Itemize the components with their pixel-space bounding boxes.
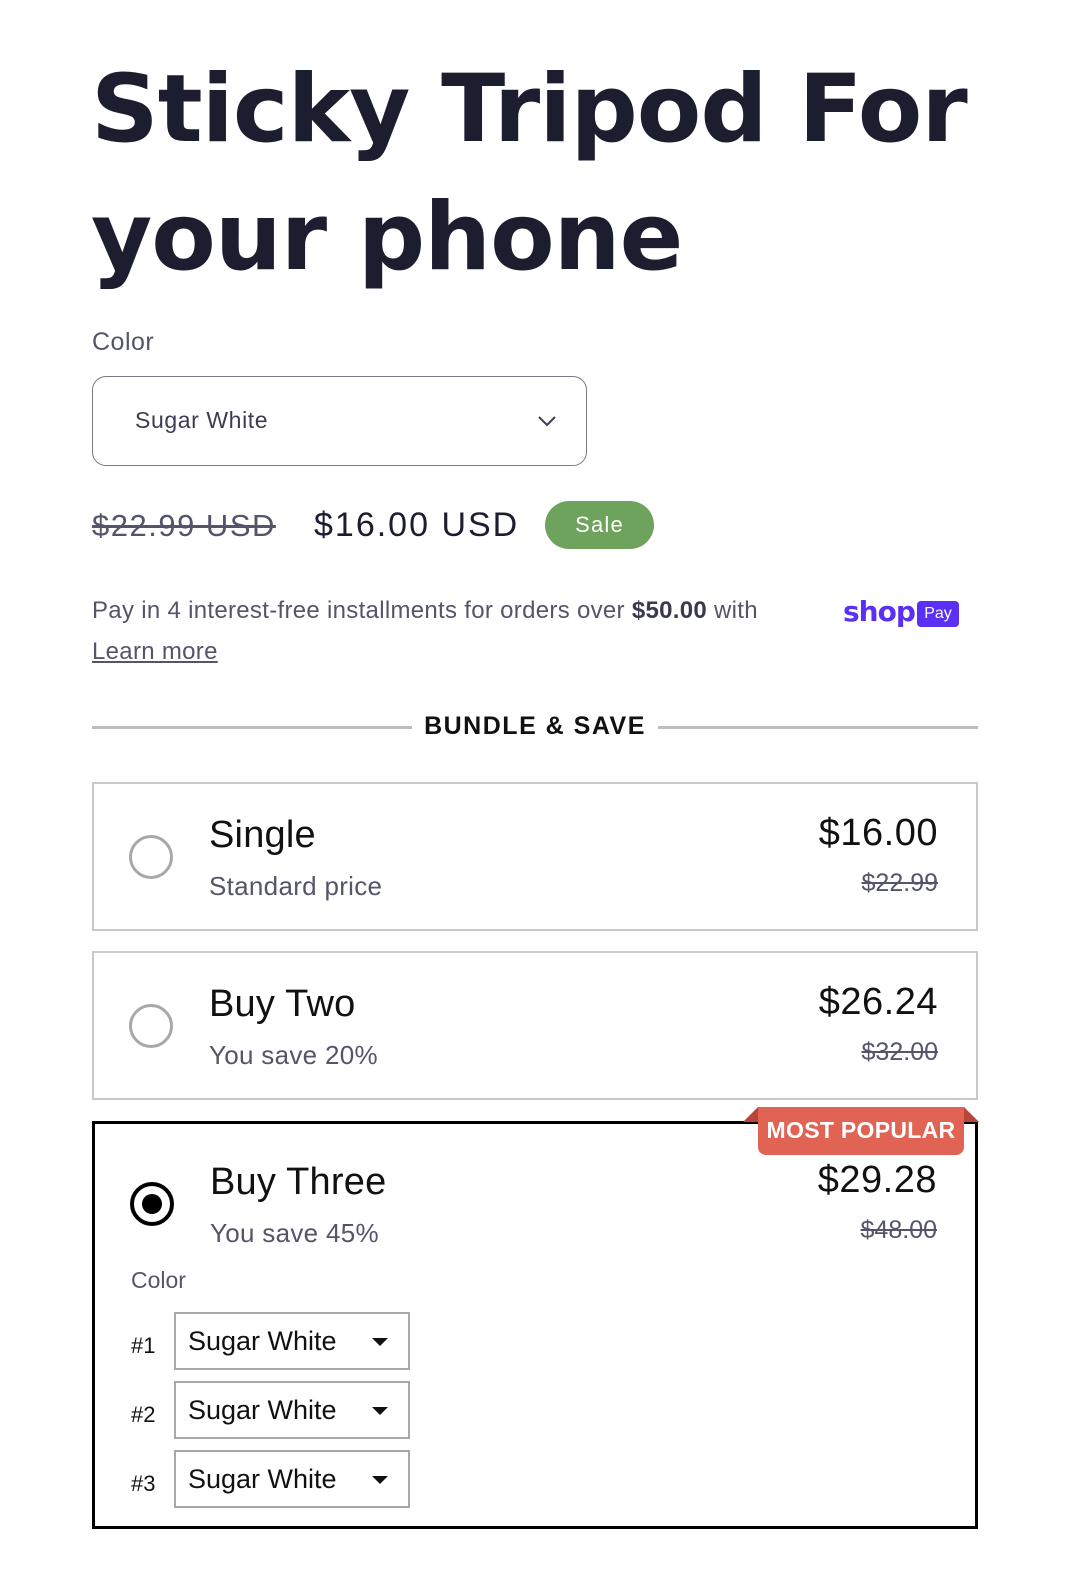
radio-button-selected[interactable] bbox=[130, 1182, 174, 1226]
variant-color-select-2[interactable]: Sugar White bbox=[174, 1381, 410, 1439]
caret-down-icon bbox=[372, 1476, 388, 1484]
installments-text-after: with bbox=[707, 597, 758, 624]
variant-color-label: Color bbox=[131, 1267, 186, 1293]
shop-pay-badge: Pay bbox=[917, 601, 959, 627]
option-compare-price: $48.00 bbox=[860, 1216, 937, 1244]
option-title: Buy Three bbox=[210, 1161, 387, 1203]
color-label: Color bbox=[92, 328, 155, 356]
badge-ribbon-fold-right bbox=[964, 1107, 979, 1122]
shop-pay-wordmark: shop bbox=[843, 595, 916, 628]
bundle-option-single[interactable]: Single Standard price $16.00 $22.99 bbox=[92, 782, 978, 931]
bundle-option-buy-two[interactable]: Buy Two You save 20% $26.24 $32.00 bbox=[92, 951, 978, 1100]
most-popular-badge: MOST POPULAR bbox=[758, 1107, 964, 1155]
option-title: Single bbox=[209, 814, 316, 856]
badge-ribbon-fold-left bbox=[743, 1107, 758, 1122]
bundle-option-buy-three[interactable]: MOST POPULAR Buy Three You save 45% $29.… bbox=[92, 1107, 979, 1529]
installments-text-before: Pay in 4 interest-free installments for … bbox=[92, 597, 632, 624]
variant-number-label: #1 bbox=[131, 1333, 156, 1358]
chevron-down-icon bbox=[538, 416, 556, 427]
variant-select-value: Sugar White bbox=[188, 1326, 337, 1356]
option-title: Buy Two bbox=[209, 983, 356, 1025]
variant-number-label: #3 bbox=[131, 1471, 156, 1496]
learn-more-link[interactable]: Learn more bbox=[92, 638, 218, 666]
radio-button[interactable] bbox=[129, 835, 173, 879]
variant-color-select-3[interactable]: Sugar White bbox=[174, 1450, 410, 1508]
option-compare-price: $32.00 bbox=[861, 1038, 938, 1066]
radio-button[interactable] bbox=[129, 1004, 173, 1048]
sale-price: $16.00 USD bbox=[314, 506, 520, 544]
installments-text: Pay in 4 interest-free installments for … bbox=[92, 597, 758, 625]
option-subtitle: You save 45% bbox=[210, 1218, 379, 1248]
option-subtitle: You save 20% bbox=[209, 1040, 378, 1070]
caret-down-icon bbox=[372, 1338, 388, 1346]
variant-number-label: #2 bbox=[131, 1402, 156, 1427]
compare-at-price: $22.99 USD bbox=[92, 508, 276, 543]
option-price: $16.00 bbox=[818, 812, 938, 854]
sale-badge: Sale bbox=[545, 501, 654, 549]
option-subtitle: Standard price bbox=[209, 871, 383, 901]
variant-select-value: Sugar White bbox=[188, 1395, 337, 1425]
variant-select-value: Sugar White bbox=[188, 1464, 337, 1494]
color-select-value: Sugar White bbox=[135, 407, 269, 433]
caret-down-icon bbox=[372, 1407, 388, 1415]
option-price: $29.28 bbox=[817, 1159, 937, 1201]
divider-right bbox=[658, 726, 978, 729]
variant-color-select-1[interactable]: Sugar White bbox=[174, 1312, 410, 1370]
divider-left bbox=[92, 726, 412, 729]
option-price: $26.24 bbox=[818, 981, 938, 1023]
installments-threshold: $50.00 bbox=[631, 597, 708, 624]
option-compare-price: $22.99 bbox=[861, 869, 938, 897]
bundle-heading: BUNDLE & SAVE bbox=[424, 712, 646, 740]
color-select[interactable]: Sugar White bbox=[92, 376, 587, 466]
product-title: Sticky Tripod For your phone bbox=[91, 55, 968, 292]
